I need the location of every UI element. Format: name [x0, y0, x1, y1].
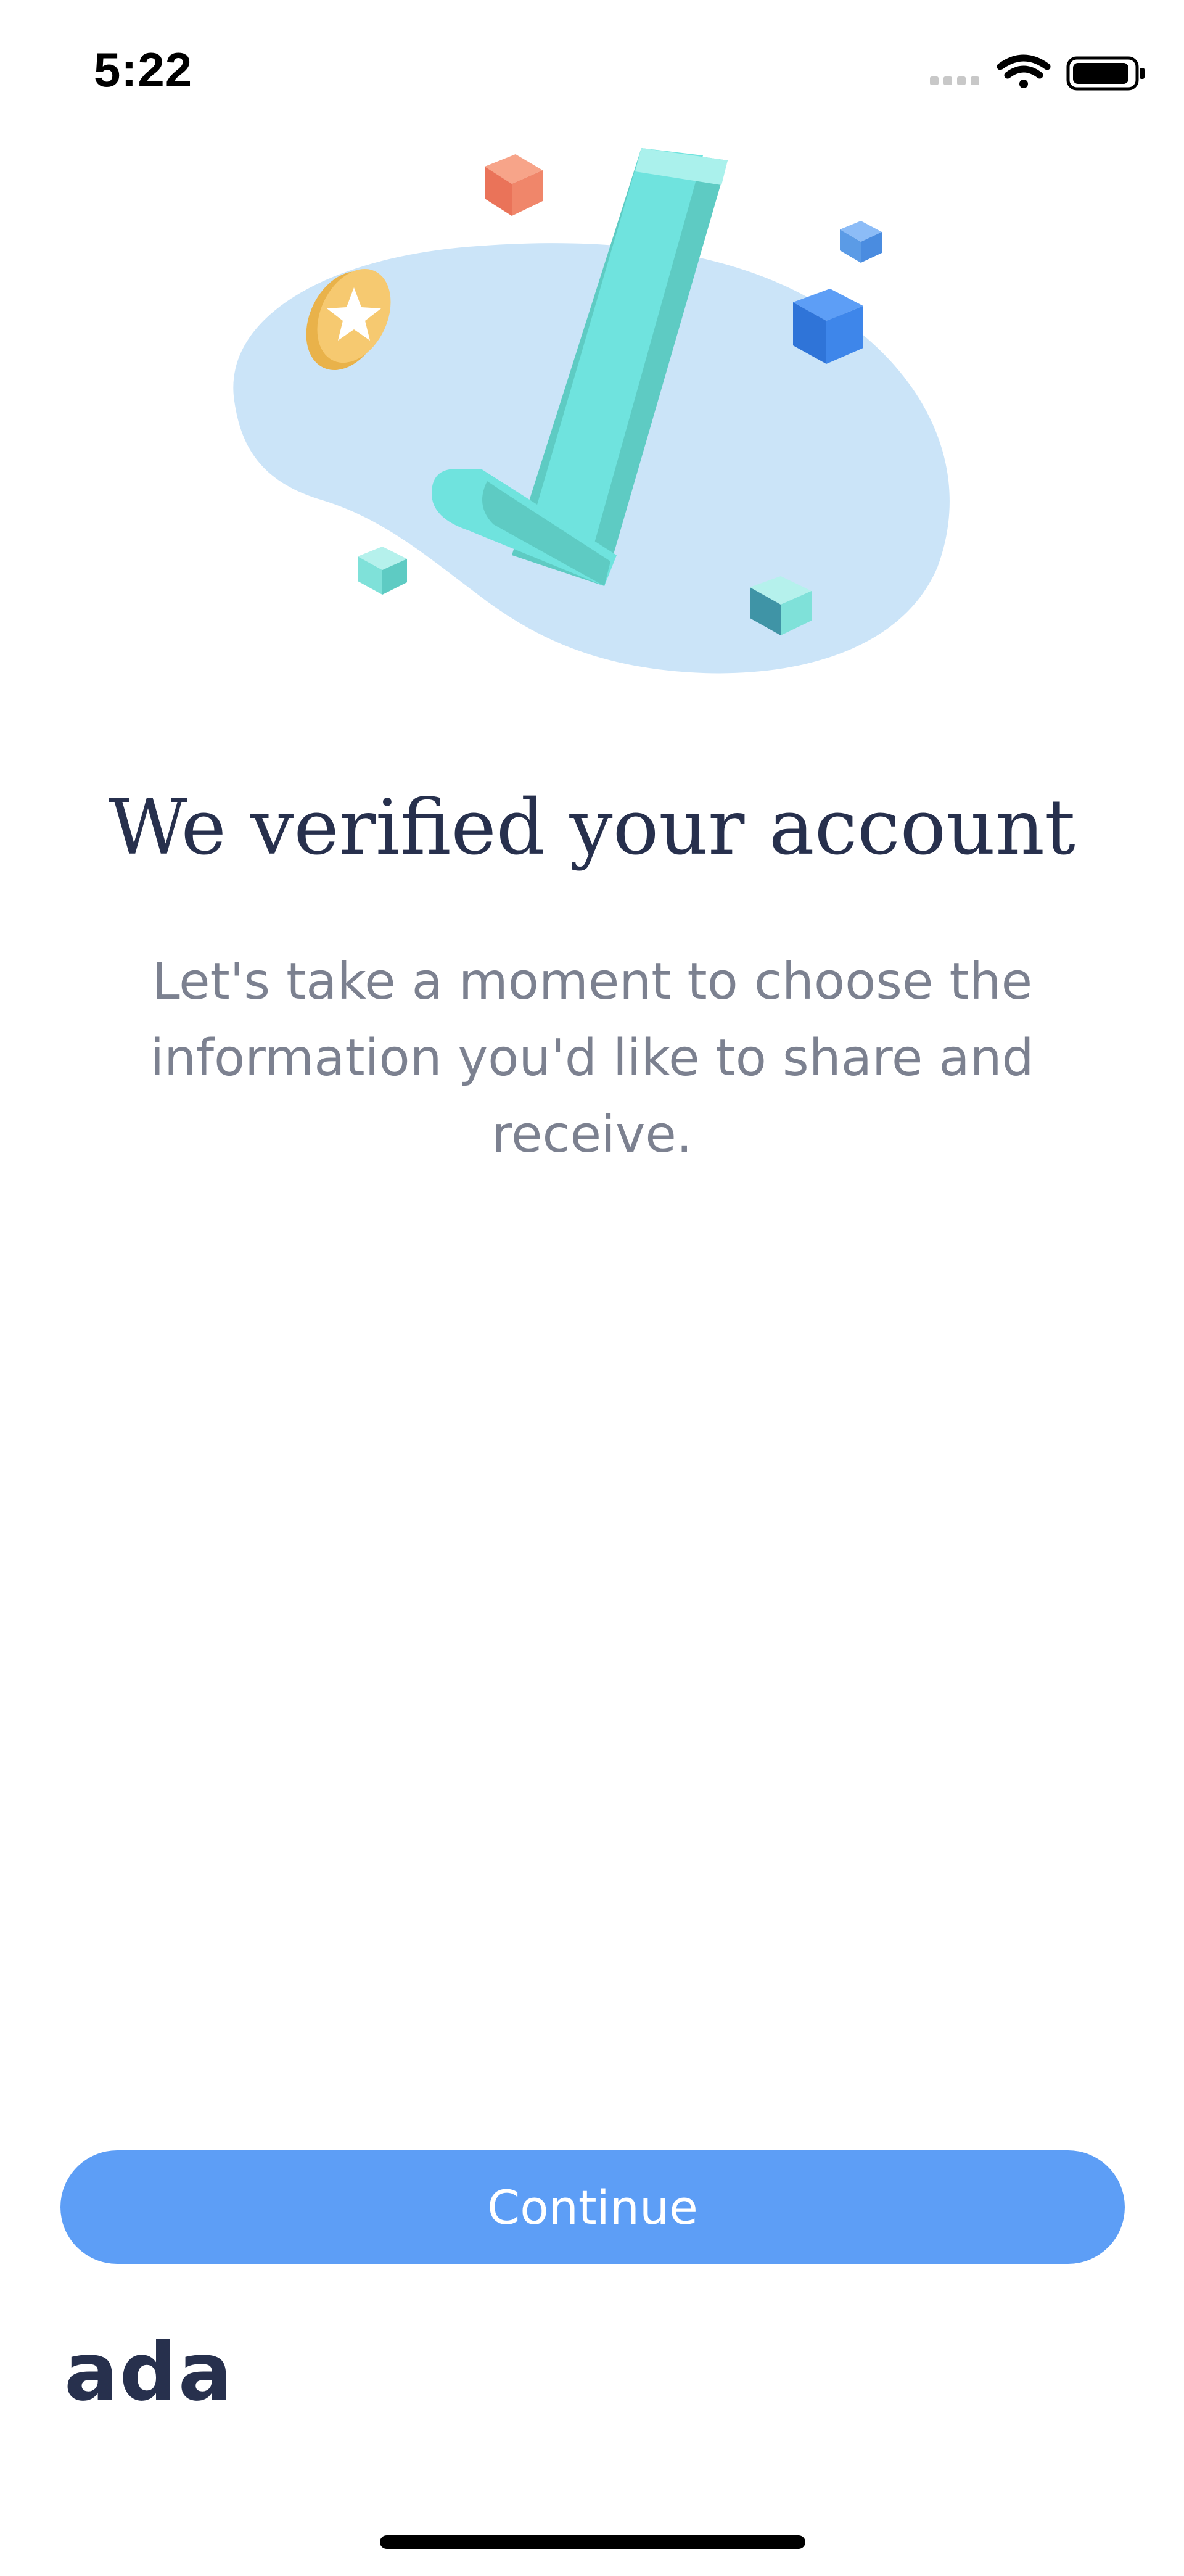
- brand-logo: ada: [64, 2325, 234, 2419]
- status-bar: 5:22: [0, 0, 1184, 142]
- status-time: 5:22: [94, 43, 193, 97]
- cellular-signal-icon: [930, 76, 979, 85]
- home-indicator: [380, 2535, 805, 2549]
- battery-icon: [1066, 56, 1145, 91]
- continue-button[interactable]: Continue: [60, 2150, 1125, 2264]
- subtitle-line-2: information you'd like to share and rece…: [150, 1029, 1034, 1164]
- cube-small-blue-icon: [840, 221, 882, 263]
- verified-checkmark-illustration: [233, 148, 950, 674]
- cube-orange-icon: [485, 154, 543, 216]
- page-title: We verified your account: [109, 783, 1075, 872]
- wifi-icon: [997, 54, 1051, 88]
- cube-teal-left-icon: [358, 547, 407, 595]
- page-subtitle: Let's take a moment to choose the inform…: [62, 944, 1122, 1173]
- status-icons: [930, 54, 1145, 91]
- subtitle-line-1: Let's take a moment to choose the: [151, 952, 1033, 1011]
